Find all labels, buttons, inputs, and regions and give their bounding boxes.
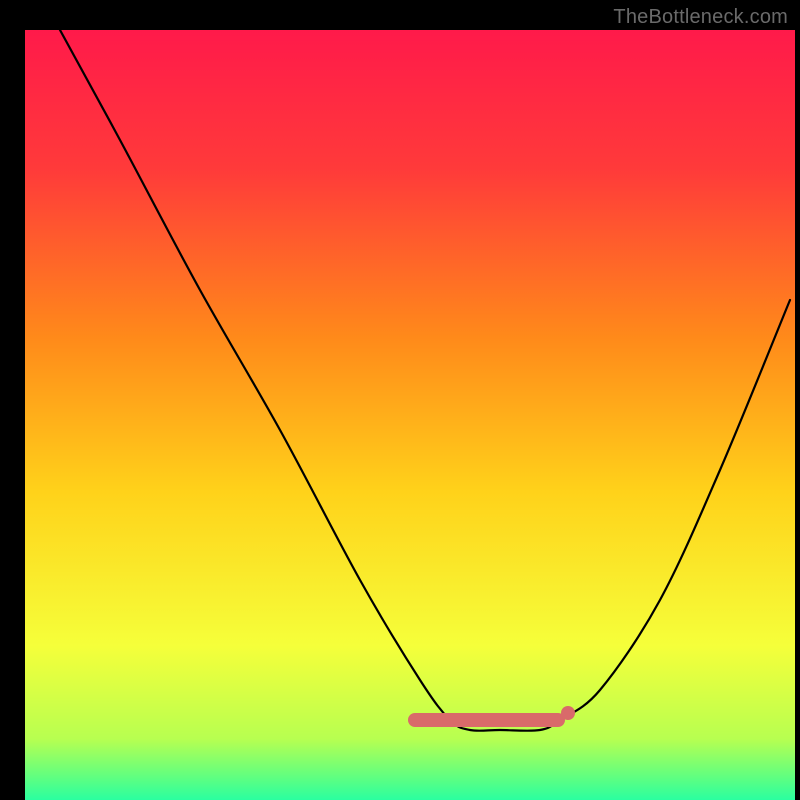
gradient-background <box>25 30 795 800</box>
plateau-end-dot <box>561 706 575 720</box>
chart-svg <box>0 0 800 800</box>
chart-stage: TheBottleneck.com <box>0 0 800 800</box>
watermark-text: TheBottleneck.com <box>613 6 788 29</box>
